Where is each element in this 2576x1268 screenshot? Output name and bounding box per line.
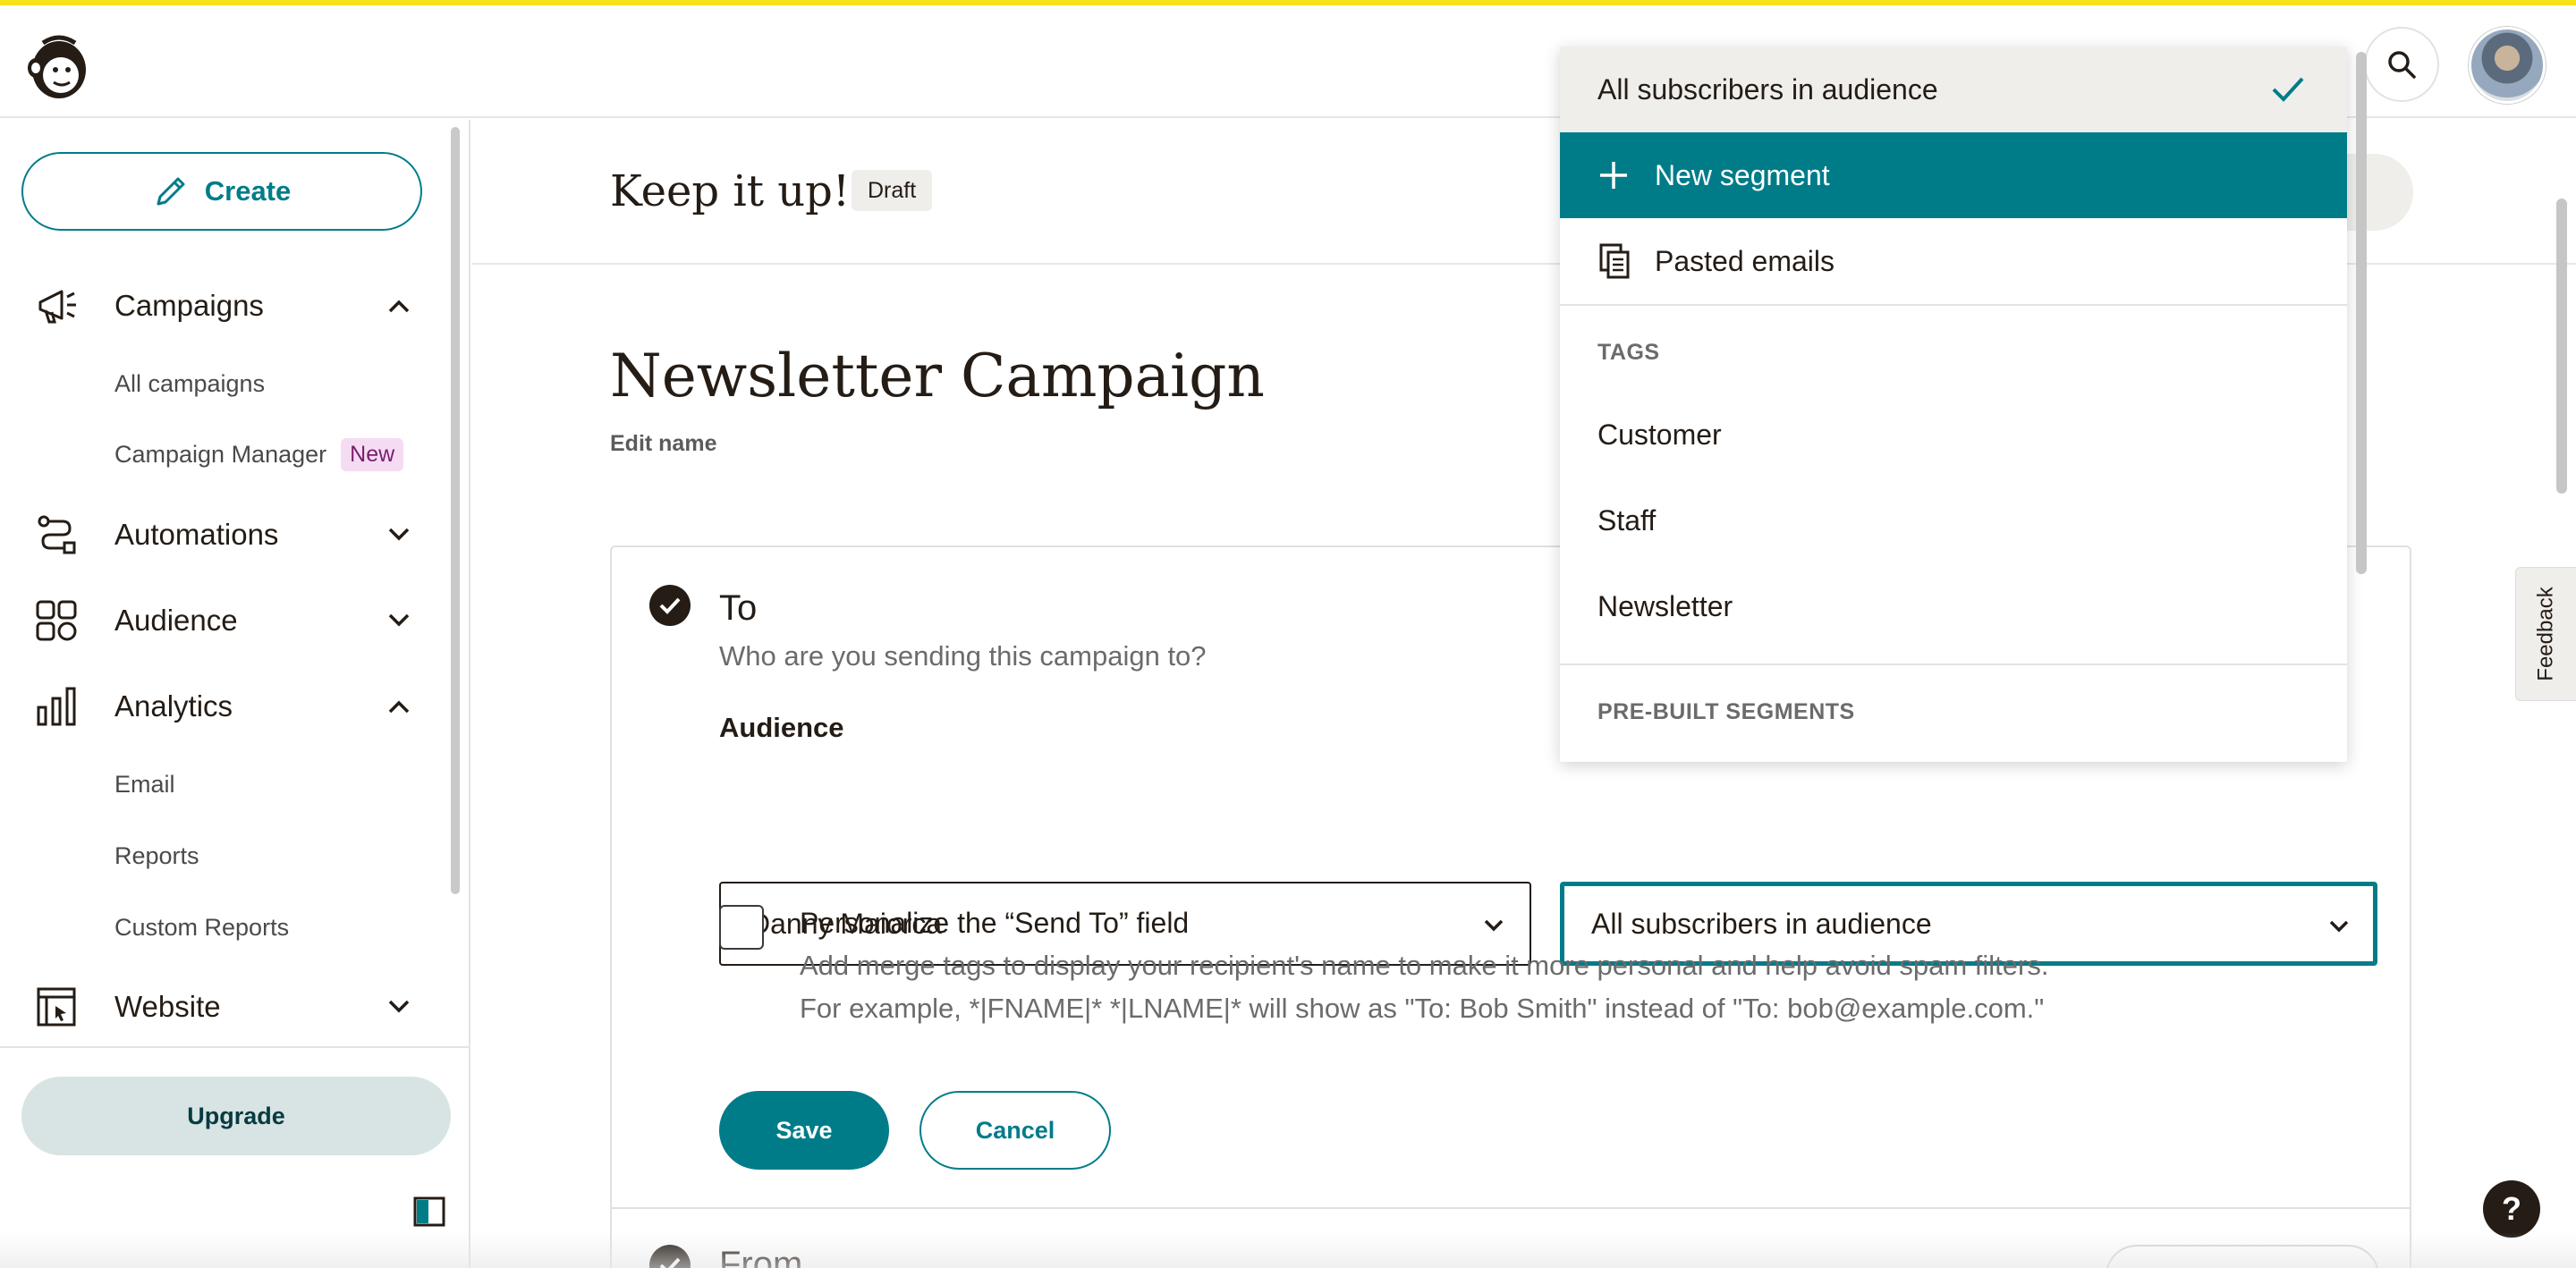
dropdown-divider [1560,304,2347,306]
sidebar-subitem-label: Campaign Manager [114,441,327,468]
personalize-example: For example, *|FNAME|* *|LNAME|* will sh… [800,993,2045,1024]
sidebar-item-campaigns[interactable]: Campaigns [0,270,438,342]
sidebar-subitem-label: Email [114,771,175,798]
dropdown-divider [1560,664,2347,665]
from-edit-button[interactable] [2106,1245,2379,1268]
chevron-down-icon [2329,920,2349,933]
create-button-label: Create [204,175,292,207]
sidebar-item-label: Website [114,990,221,1023]
dropdown-option-new-segment[interactable]: New segment [1560,132,2347,218]
sidebar-subitem-label: Reports [114,842,199,869]
sidebar-subitem-campaign-manager[interactable]: Campaign Manager New [114,438,404,471]
segment-dropdown-menu: All subscribers in audience New segment … [1560,46,2347,762]
pencil-icon [157,177,185,206]
collapse-sidebar-icon[interactable] [413,1196,445,1227]
dropdown-option-tag[interactable]: Newsletter [1560,563,2347,649]
dropdown-option-all-subscribers[interactable]: All subscribers in audience [1560,46,2347,132]
sidebar: Create Campaigns All campaigns Campaign … [0,120,470,1268]
upgrade-button[interactable]: Upgrade [21,1077,451,1155]
sidebar-item-label: Campaigns [114,289,264,322]
paste-icon [1599,243,1630,279]
dropdown-option-tag[interactable]: Customer [1560,392,2347,478]
sidebar-item-audience[interactable]: Audience [0,585,438,656]
chevron-down-icon [386,994,411,1019]
cancel-button[interactable]: Cancel [919,1091,1111,1170]
sidebar-item-label: Automations [114,518,279,551]
to-section-title: To [719,588,758,628]
new-badge: New [341,438,404,471]
audience-icon [34,598,79,643]
search-button[interactable] [2364,27,2439,102]
main-scrollbar[interactable] [2556,199,2567,494]
sidebar-subitem-all-campaigns[interactable]: All campaigns [114,370,265,398]
chevron-down-icon [386,522,411,547]
chevron-down-icon [1484,919,1504,932]
prebuilt-segments-heading: PRE-BUILT SEGMENTS [1597,699,1855,724]
chevron-up-icon [386,694,411,719]
sidebar-subitem-reports[interactable]: Reports [114,842,199,870]
sidebar-item-automations[interactable]: Automations [0,499,438,571]
help-button[interactable]: ? [2483,1180,2540,1238]
to-section-subtitle: Who are you sending this campaign to? [719,640,1207,672]
sidebar-subitem-custom-reports[interactable]: Custom Reports [114,914,289,942]
dropdown-option-label: Pasted emails [1655,244,1835,277]
dropdown-option-label: New segment [1655,158,1830,191]
edit-name-link[interactable]: Edit name [610,431,716,457]
personalize-description: Add merge tags to display your recipient… [800,950,2049,981]
page-title: Keep it up! [610,166,851,216]
sidebar-item-label: Analytics [114,689,233,723]
tags-heading: TAGS [1597,340,1660,365]
dropdown-option-tag[interactable]: Staff [1560,478,2347,563]
automations-icon [34,512,79,557]
website-icon [34,985,79,1029]
search-icon [2388,51,2416,79]
feedback-label: Feedback [2533,587,2558,681]
feedback-tab[interactable]: Feedback [2515,567,2576,701]
save-button[interactable]: Save [719,1091,889,1170]
dropdown-scrollbar[interactable] [2356,52,2367,574]
campaign-name: Newsletter Campaign [610,342,1265,410]
upgrade-button-label: Upgrade [187,1102,285,1129]
dropdown-option-pasted-emails[interactable]: Pasted emails [1560,218,2347,304]
sidebar-subitem-label: Custom Reports [114,914,290,941]
plus-icon [1600,162,1627,189]
personalize-title: Personalize the “Send To” field [800,907,1190,939]
dropdown-option-label: Staff [1597,503,1657,537]
bar-chart-icon [34,684,79,729]
status-badge: Draft [852,170,933,211]
megaphone-icon [34,283,79,328]
chevron-up-icon [386,293,411,318]
mailchimp-logo-icon[interactable] [23,30,93,104]
chevron-down-icon [386,608,411,633]
sidebar-item-label: Audience [114,604,238,637]
dropdown-option-label: All subscribers in audience [1597,72,1938,106]
user-avatar[interactable] [2469,27,2546,104]
dropdown-option-label: Newsletter [1597,589,1733,622]
sidebar-item-website[interactable]: Website [0,971,438,1043]
sidebar-scrollbar[interactable] [451,127,460,894]
checkmark-icon [2272,77,2304,102]
sidebar-subitem-email[interactable]: Email [114,771,175,799]
from-section-title: From [719,1245,803,1268]
audience-label: Audience [719,712,844,743]
dropdown-option-label: Customer [1597,418,1722,451]
to-complete-check-icon [649,585,691,626]
from-complete-check-icon [649,1245,691,1268]
sidebar-item-analytics[interactable]: Analytics [0,671,438,742]
create-button[interactable]: Create [21,152,422,231]
sidebar-subitem-label: All campaigns [114,370,266,397]
personalize-checkbox[interactable] [719,905,764,950]
segment-select-value: All subscribers in audience [1591,907,1932,940]
from-section: From [612,1207,2410,1268]
sidebar-divider [0,1046,470,1048]
